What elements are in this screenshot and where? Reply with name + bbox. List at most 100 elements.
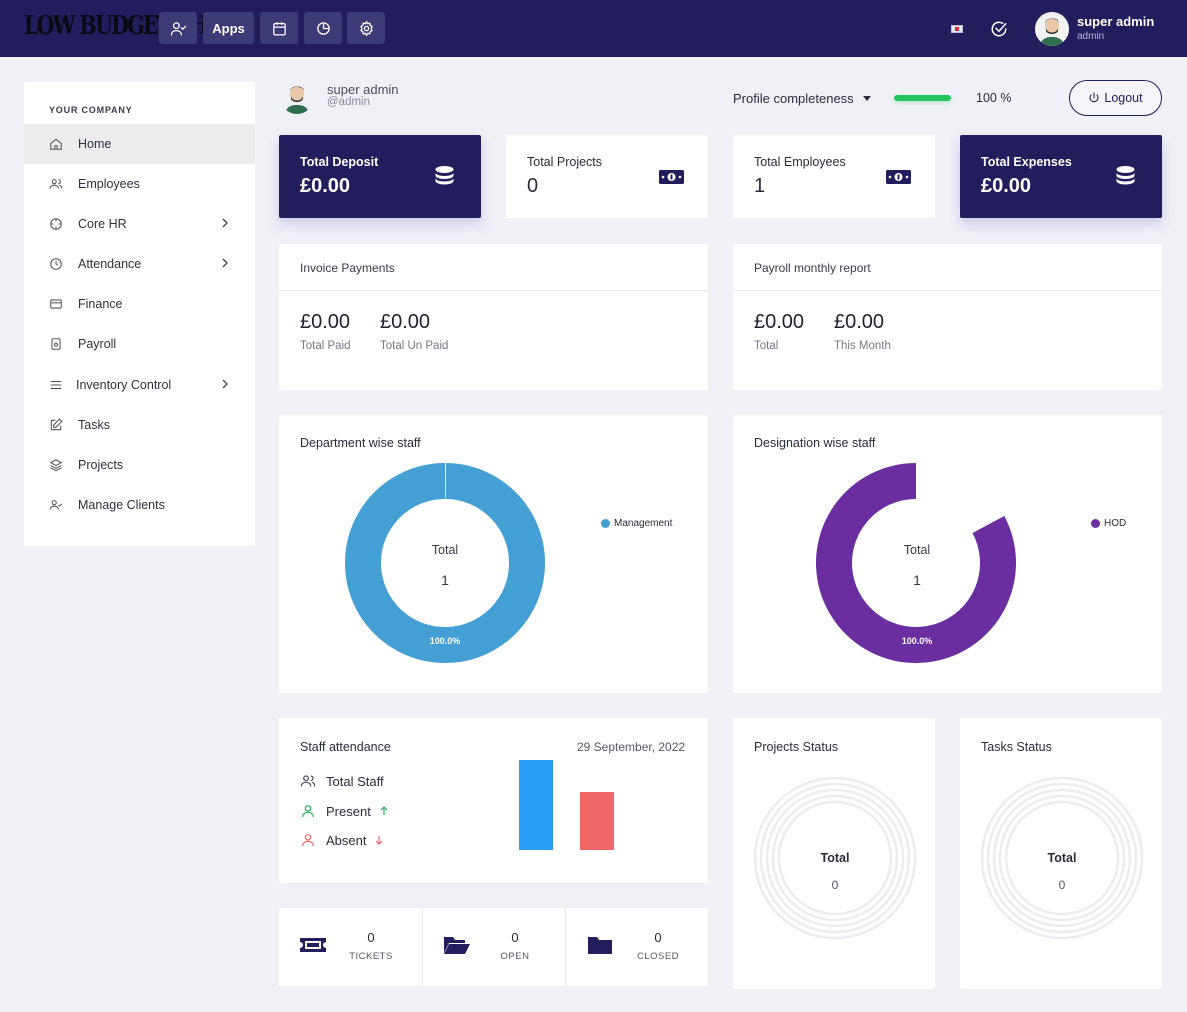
- profile-completeness-fill: [894, 95, 951, 101]
- power-icon: [1089, 92, 1099, 103]
- tickets-value: 0: [367, 930, 375, 945]
- tickets-value: 0: [654, 930, 662, 945]
- users-icon: [49, 177, 63, 191]
- settings-button[interactable]: [347, 12, 385, 44]
- calendar-button[interactable]: [260, 12, 298, 44]
- logout-button[interactable]: Logout: [1069, 80, 1162, 116]
- payroll-total-label: Total: [754, 340, 779, 352]
- divider: [733, 290, 1162, 291]
- calculator-icon: [49, 337, 63, 351]
- profile-username: @admin: [327, 96, 370, 108]
- sidebar-item-manage-clients[interactable]: Manage Clients: [24, 485, 255, 525]
- stat-value: £0.00: [981, 175, 1032, 197]
- sidebar-item-finance[interactable]: Finance: [24, 284, 255, 324]
- tickets-open[interactable]: 0 OPEN: [422, 908, 565, 986]
- sidebar: YOUR COMPANY Home Employees Core HR Atte…: [24, 82, 255, 546]
- database-icon: [1116, 166, 1135, 185]
- donut-slice-management[interactable]: [345, 463, 545, 663]
- user-check-icon: [170, 21, 186, 36]
- tickets-closed[interactable]: 0 CLOSED: [565, 908, 708, 986]
- donut-center-label: Total: [903, 543, 931, 557]
- layers-icon: [49, 458, 63, 472]
- profile-completeness-bar: [894, 95, 951, 101]
- chevron-right-icon: [222, 258, 228, 268]
- folder-icon: [588, 937, 612, 954]
- status-total-label: Total: [1047, 851, 1077, 865]
- chart-legend[interactable]: HOD: [1091, 518, 1126, 529]
- divider: [279, 290, 708, 291]
- donut-center-value: 1: [913, 572, 921, 588]
- profile-avatar: [280, 80, 314, 114]
- total-unpaid-label: Total Un Paid: [380, 340, 449, 352]
- logout-label: Logout: [1104, 91, 1143, 105]
- sidebar-item-employees[interactable]: Employees: [24, 164, 255, 204]
- absent-row: Absent: [300, 832, 384, 848]
- sidebar-item-tasks[interactable]: Tasks: [24, 405, 255, 445]
- sidebar-item-home[interactable]: Home: [24, 124, 255, 164]
- status-total-value: 0: [831, 878, 839, 892]
- tasks-status-card: Tasks Status Total 0: [960, 718, 1162, 989]
- sidebar-item-label: Attendance: [78, 257, 142, 271]
- sidebar-item-label: Finance: [78, 297, 123, 311]
- projects-status-card: Projects Status Total 0: [733, 718, 935, 989]
- donut-slice-label: 100.0%: [901, 636, 933, 646]
- avatar[interactable]: [1035, 12, 1069, 46]
- home-icon: [49, 137, 63, 151]
- stat-label: Total Expenses: [981, 155, 1072, 169]
- calendar-icon: [272, 21, 286, 36]
- chevron-right-icon: [222, 379, 228, 389]
- sidebar-item-payroll[interactable]: Payroll: [24, 324, 255, 364]
- invoice-payments-card: Invoice Payments £0.00 Total Paid £0.00 …: [279, 244, 708, 390]
- designation-staff-card: Designation wise staff Total 1 100.0% HO…: [733, 415, 1162, 693]
- folder-open-icon: [444, 937, 470, 954]
- card-title: Tasks Status: [981, 740, 1052, 754]
- stat-value: 0: [527, 175, 539, 197]
- database-icon: [435, 166, 454, 185]
- stat-card-total-deposit[interactable]: Total Deposit £0.00: [279, 135, 481, 218]
- user-icon: [302, 805, 314, 818]
- check-circle-icon[interactable]: [990, 20, 1008, 38]
- ticket-icon: [300, 938, 326, 952]
- user-role: admin: [1077, 31, 1105, 42]
- chart-legend[interactable]: Management: [601, 518, 672, 529]
- attendance-bar-present: [519, 760, 553, 850]
- user-check-icon: [49, 498, 63, 512]
- sidebar-item-attendance[interactable]: Attendance: [24, 244, 255, 284]
- language-flag-icon[interactable]: [951, 25, 963, 33]
- profile-completeness-dropdown[interactable]: Profile completeness: [733, 91, 854, 106]
- stat-card-total-projects[interactable]: Total Projects 0: [506, 135, 708, 218]
- tickets-label: CLOSED: [636, 951, 680, 962]
- stat-card-total-expenses[interactable]: Total Expenses £0.00: [960, 135, 1162, 218]
- attendance-date: 29 September, 2022: [577, 740, 686, 754]
- arrow-down-icon: [376, 836, 383, 845]
- stat-label: Total Projects: [527, 155, 603, 169]
- tickets-total[interactable]: 0 TICKETS: [279, 908, 422, 986]
- status-total-value: 0: [1058, 878, 1066, 892]
- legend-label: HOD: [1104, 518, 1127, 529]
- user-check-button[interactable]: [159, 12, 197, 44]
- chart-title: Department wise staff: [300, 436, 421, 450]
- sidebar-item-inventory-control[interactable]: Inventory Control: [24, 365, 255, 405]
- apps-button[interactable]: Apps: [203, 12, 254, 44]
- donut-slice-hod[interactable]: [816, 463, 1016, 663]
- money-icon: [886, 170, 911, 184]
- tickets-value: 0: [511, 930, 519, 945]
- legend-dot: [1091, 519, 1100, 528]
- list-icon: [49, 378, 63, 392]
- chart-title: Designation wise staff: [754, 436, 876, 450]
- total-unpaid-value: £0.00: [380, 311, 431, 333]
- sidebar-item-core-hr[interactable]: Core HR: [24, 204, 255, 244]
- caret-down-icon[interactable]: [863, 96, 871, 101]
- sidebar-item-label: Payroll: [78, 337, 117, 351]
- reports-button[interactable]: [304, 12, 342, 44]
- user-name[interactable]: super admin: [1077, 14, 1154, 29]
- attendance-bar-absent: [580, 791, 614, 850]
- user-icon: [302, 834, 314, 847]
- department-staff-card: Department wise staff Total 1 100.0% Man…: [279, 415, 708, 693]
- stat-card-total-employees[interactable]: Total Employees 1: [733, 135, 935, 218]
- sidebar-item-label: Tasks: [78, 418, 110, 432]
- total-staff-row: Total Staff: [300, 773, 384, 789]
- edit-icon: [49, 418, 63, 432]
- stat-value: £0.00: [300, 175, 351, 197]
- sidebar-item-projects[interactable]: Projects: [24, 445, 255, 485]
